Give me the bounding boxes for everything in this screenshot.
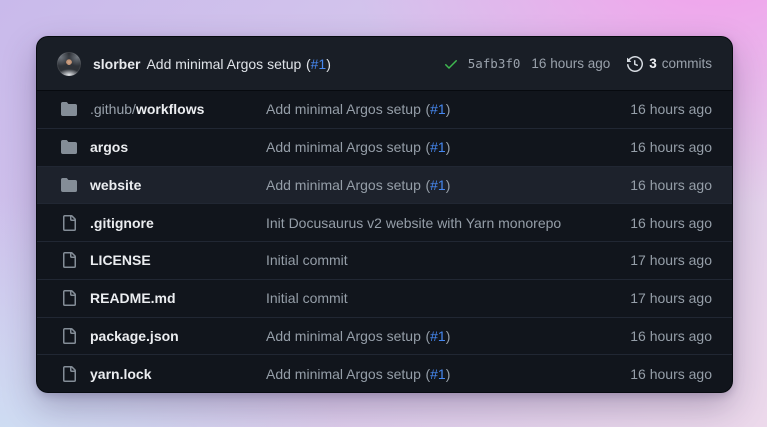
- commit-time: 16 hours ago: [630, 139, 712, 155]
- file-row: README.md Initial commit 17 hours ago: [37, 279, 732, 317]
- file-row: .gitignore Init Docusaurus v2 website wi…: [37, 203, 732, 241]
- file-name-link[interactable]: .github/workflows: [90, 101, 266, 117]
- commit-message-link[interactable]: Add minimal Argos setup(#1): [266, 139, 630, 155]
- file-list: .github/workflows Add minimal Argos setu…: [37, 91, 732, 392]
- avatar[interactable]: [57, 52, 81, 76]
- folder-icon: [61, 101, 77, 117]
- file-icon: [61, 290, 77, 306]
- commits-count: 3: [649, 56, 657, 71]
- latest-commit-summary: slorber Add minimal Argos setup (#1): [93, 56, 443, 72]
- author-link[interactable]: slorber: [93, 56, 140, 72]
- pr-link[interactable]: #1: [430, 101, 446, 117]
- commit-message-link[interactable]: Add minimal Argos setup: [146, 56, 301, 72]
- file-name-link[interactable]: package.json: [90, 328, 266, 344]
- latest-commit-bar: slorber Add minimal Argos setup (#1) 5af…: [37, 37, 732, 91]
- commit-time: 16 hours ago: [630, 177, 712, 193]
- commit-message-link[interactable]: Initial commit: [266, 290, 630, 306]
- commit-time: 17 hours ago: [630, 290, 712, 306]
- file-name-link[interactable]: website: [90, 177, 266, 193]
- pr-link[interactable]: #1: [430, 366, 446, 382]
- file-icon: [61, 328, 77, 344]
- commit-time: 16 hours ago: [630, 215, 712, 231]
- commit-message-link[interactable]: Add minimal Argos setup(#1): [266, 101, 630, 117]
- commit-message-link[interactable]: Add minimal Argos setup(#1): [266, 177, 630, 193]
- commit-time: 16 hours ago: [630, 328, 712, 344]
- folder-icon: [61, 177, 77, 193]
- file-row: argos Add minimal Argos setup(#1) 16 hou…: [37, 128, 732, 166]
- file-row: website Add minimal Argos setup(#1) 16 h…: [37, 166, 732, 204]
- pr-link[interactable]: #1: [311, 56, 327, 72]
- commits-label: commits: [662, 56, 712, 71]
- history-icon: [627, 56, 643, 72]
- commit-message-link[interactable]: Init Docusaurus v2 website with Yarn mon…: [266, 215, 630, 231]
- commit-message-link[interactable]: Add minimal Argos setup(#1): [266, 328, 630, 344]
- commit-history-link[interactable]: 3 commits: [627, 56, 712, 72]
- commit-time: 16 hours ago: [630, 366, 712, 382]
- file-name-link[interactable]: LICENSE: [90, 252, 266, 268]
- latest-commit-meta: 5afb3f0 16 hours ago 3 commits: [443, 56, 712, 72]
- commit-time: 16 hours ago: [531, 56, 610, 71]
- commit-message-link[interactable]: Initial commit: [266, 252, 630, 268]
- pr-reference: (#1): [306, 56, 331, 72]
- file-row: LICENSE Initial commit 17 hours ago: [37, 241, 732, 279]
- pr-link[interactable]: #1: [430, 177, 446, 193]
- commit-message-link[interactable]: Add minimal Argos setup(#1): [266, 366, 630, 382]
- file-icon: [61, 366, 77, 382]
- commit-time: 17 hours ago: [630, 252, 712, 268]
- file-icon: [61, 215, 77, 231]
- file-icon: [61, 252, 77, 268]
- file-row: yarn.lock Add minimal Argos setup(#1) 16…: [37, 354, 732, 392]
- commit-time: 16 hours ago: [630, 101, 712, 117]
- file-name-link[interactable]: yarn.lock: [90, 366, 266, 382]
- repo-file-browser: slorber Add minimal Argos setup (#1) 5af…: [36, 36, 733, 393]
- file-name-link[interactable]: argos: [90, 139, 266, 155]
- file-name-link[interactable]: .gitignore: [90, 215, 266, 231]
- check-status-icon[interactable]: [443, 56, 459, 72]
- file-row: .github/workflows Add minimal Argos setu…: [37, 91, 732, 128]
- file-row: package.json Add minimal Argos setup(#1)…: [37, 317, 732, 355]
- commit-hash-link[interactable]: 5afb3f0: [468, 56, 521, 71]
- file-name-link[interactable]: README.md: [90, 290, 266, 306]
- pr-link[interactable]: #1: [430, 139, 446, 155]
- pr-link[interactable]: #1: [430, 328, 446, 344]
- folder-icon: [61, 139, 77, 155]
